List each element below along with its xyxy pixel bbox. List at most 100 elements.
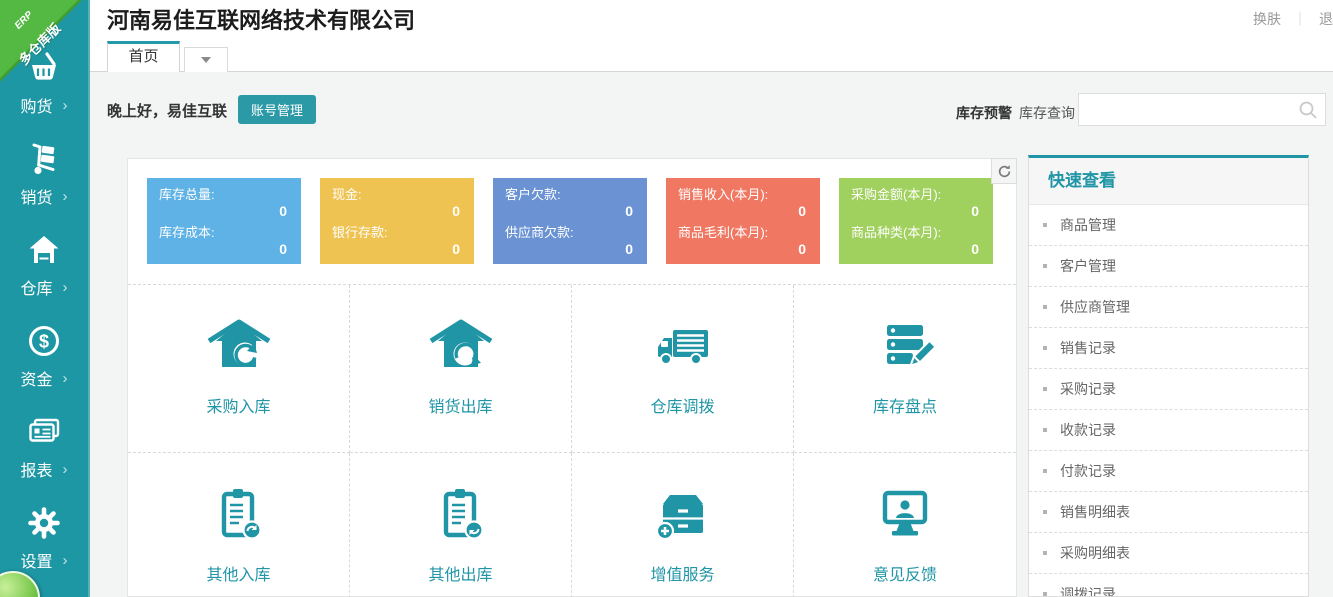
bullet-icon <box>1043 305 1047 309</box>
sidebar: 购货 › 销货 › 仓库 › $ 资金› <box>0 0 90 597</box>
shortcut-warehouse-transfer[interactable]: 仓库调拨 <box>572 285 794 453</box>
chevron-down-icon <box>201 57 211 63</box>
stat-value: 0 <box>159 203 289 220</box>
quick-item-sales-records[interactable]: 销售记录 <box>1029 328 1308 369</box>
stat-cards-row: 库存总量:0 库存成本:0 现金:0 银行存款:0 客户欠款:0 供应商欠款:0… <box>128 159 1016 264</box>
shortcut-sales-out[interactable]: 销货出库 <box>350 285 572 453</box>
stat-value: 0 <box>505 203 635 220</box>
stat-label: 供应商欠款: <box>505 224 635 241</box>
sidebar-item-sales[interactable]: 销货 › <box>0 141 88 232</box>
erp-dashboard: 购货 › 销货 › 仓库 › $ 资金› <box>0 0 1333 597</box>
top-links: 换肤 ｜ 退出 <box>1253 9 1333 29</box>
quick-item-customers[interactable]: 客户管理 <box>1029 246 1308 287</box>
stock-search-box <box>1078 93 1326 126</box>
quick-item-label: 采购明细表 <box>1060 543 1130 563</box>
shortcut-value-added[interactable]: 增值服务 <box>572 453 794 597</box>
shortcut-label: 其他出库 <box>428 561 492 585</box>
shortcut-other-out[interactable]: 其他出库 <box>350 453 572 597</box>
shortcut-label: 增值服务 <box>650 561 714 585</box>
shortcut-label: 采购入库 <box>206 393 270 417</box>
tab-home[interactable]: 首页 <box>107 41 180 72</box>
quick-item-payment-records[interactable]: 付款记录 <box>1029 451 1308 492</box>
stat-label: 客户欠款: <box>505 186 635 203</box>
bullet-icon <box>1043 469 1047 473</box>
account-manage-button[interactable]: 账号管理 <box>238 95 316 124</box>
report-icon <box>26 414 62 450</box>
stat-label: 银行存款: <box>332 224 462 241</box>
quick-item-label: 收款记录 <box>1060 420 1116 440</box>
bullet-icon <box>1043 346 1047 350</box>
stock-warning-link[interactable]: 库存预警 <box>956 103 1012 123</box>
quick-item-label: 采购记录 <box>1060 379 1116 399</box>
quick-view-title: 快速查看 <box>1029 158 1308 205</box>
clipboard-out-icon <box>429 487 493 543</box>
quick-item-purchase-detail[interactable]: 采购明细表 <box>1029 533 1308 574</box>
sidebar-item-label: 设置 <box>20 548 52 572</box>
greeting-text: 晚上好，易佳互联 <box>107 100 227 121</box>
quick-item-purchase-records[interactable]: 采购记录 <box>1029 369 1308 410</box>
sidebar-item-label: 仓库 <box>20 275 52 299</box>
refresh-button[interactable] <box>991 158 1017 184</box>
dashboard-panel: 库存总量:0 库存成本:0 现金:0 银行存款:0 客户欠款:0 供应商欠款:0… <box>127 158 1017 597</box>
stock-query-label[interactable]: 库存查询 <box>1019 103 1075 123</box>
inventory-check-icon <box>873 319 937 375</box>
quick-item-receipt-records[interactable]: 收款记录 <box>1029 410 1308 451</box>
quick-item-sales-detail[interactable]: 销售明细表 <box>1029 492 1308 533</box>
chevron-right-icon: › <box>63 280 68 295</box>
warehouse-in-icon <box>207 319 271 375</box>
stat-label: 销售收入(本月): <box>678 186 808 203</box>
chevron-right-icon: › <box>63 553 68 568</box>
sidebar-item-warehouse[interactable]: 仓库 › <box>0 232 88 323</box>
shortcut-purchase-in[interactable]: 采购入库 <box>128 285 350 453</box>
quick-view-list: 商品管理 客户管理 供应商管理 销售记录 采购记录 收款记录 付款记录 销售明细… <box>1029 205 1308 597</box>
quick-item-goods[interactable]: 商品管理 <box>1029 205 1308 246</box>
quick-item-suppliers[interactable]: 供应商管理 <box>1029 287 1308 328</box>
stat-value: 0 <box>851 241 981 258</box>
tab-dropdown-button[interactable] <box>184 47 228 72</box>
stat-value: 0 <box>332 241 462 258</box>
stat-card-debts: 客户欠款:0 供应商欠款:0 <box>493 178 647 264</box>
logout-link[interactable]: 退出 <box>1319 9 1333 29</box>
sidebar-item-label: 购货 <box>20 93 52 117</box>
quick-item-transfer-records[interactable]: 调拨记录 <box>1029 574 1308 597</box>
shortcut-label: 库存盘点 <box>873 393 937 417</box>
sidebar-item-label: 报表 <box>20 457 52 481</box>
bullet-icon <box>1043 428 1047 432</box>
stat-label: 商品种类(本月): <box>851 224 981 241</box>
warehouse-out-icon <box>429 319 493 375</box>
stat-label: 采购金额(本月): <box>851 186 981 203</box>
shortcut-label: 销货出库 <box>428 393 492 417</box>
stat-value: 0 <box>159 241 289 258</box>
warehouse-icon <box>26 232 62 268</box>
shortcut-label: 仓库调拨 <box>650 393 714 417</box>
search-icon[interactable] <box>1298 100 1318 120</box>
sidebar-item-label: 销货 <box>20 184 52 208</box>
sidebar-item-reports[interactable]: 报表› <box>0 414 88 505</box>
stat-card-inventory: 库存总量:0 库存成本:0 <box>147 178 301 264</box>
sidebar-item-funds[interactable]: $ 资金› <box>0 323 88 414</box>
chevron-right-icon: › <box>63 189 68 204</box>
quick-item-label: 销售明细表 <box>1060 502 1130 522</box>
chevron-right-icon: › <box>63 98 68 113</box>
stock-search-input[interactable] <box>1087 94 1292 125</box>
stat-card-cash: 现金:0 银行存款:0 <box>320 178 474 264</box>
quick-item-label: 商品管理 <box>1060 215 1116 235</box>
shortcut-feedback[interactable]: 意见反馈 <box>794 453 1016 597</box>
truck-icon <box>651 319 715 375</box>
shortcut-other-in[interactable]: 其他入库 <box>128 453 350 597</box>
quick-item-label: 付款记录 <box>1060 461 1116 481</box>
stat-value: 0 <box>505 241 635 258</box>
trolley-icon <box>26 141 62 177</box>
bullet-icon <box>1043 551 1047 555</box>
shortcut-label: 其他入库 <box>206 561 270 585</box>
stat-label: 商品毛利(本月): <box>678 224 808 241</box>
shortcut-stock-check[interactable]: 库存盘点 <box>794 285 1016 453</box>
company-title: 河南易佳互联网络技术有限公司 <box>107 3 415 35</box>
shortcut-label: 意见反馈 <box>873 561 937 585</box>
stat-card-sales-month: 销售收入(本月):0 商品毛利(本月):0 <box>666 178 820 264</box>
refresh-icon <box>997 164 1012 179</box>
change-skin-link[interactable]: 换肤 <box>1253 9 1281 29</box>
stat-label: 现金: <box>332 186 462 203</box>
quick-item-label: 调拨记录 <box>1060 584 1116 597</box>
cabinet-plus-icon <box>651 487 715 543</box>
